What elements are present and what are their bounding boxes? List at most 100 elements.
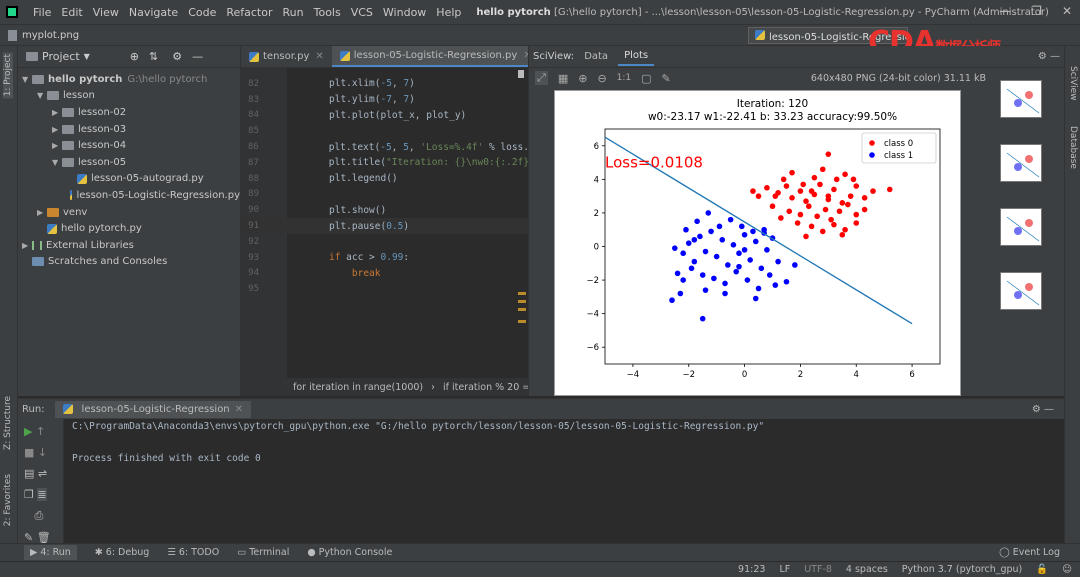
- menu-run[interactable]: Run: [278, 6, 309, 19]
- tab-python-console[interactable]: ● Python Console: [307, 547, 392, 558]
- gear-icon[interactable]: ⚙ —: [1038, 51, 1060, 62]
- menu-tools[interactable]: Tools: [309, 6, 346, 19]
- code-line[interactable]: 82 plt.xlim(-5, 7): [241, 76, 529, 92]
- editor-breadcrumb[interactable]: for iteration in range(1000) › if iteratio…: [241, 378, 529, 396]
- editor-tab[interactable]: lesson-05-Logistic-Regression.py✕: [331, 46, 540, 67]
- tab-todo[interactable]: ☰ 6: TODO: [167, 547, 219, 558]
- lock-icon[interactable]: 🔓: [1036, 564, 1048, 575]
- plot-thumbnail[interactable]: ✕: [1000, 272, 1042, 310]
- tab-debug[interactable]: ✱ 6: Debug: [95, 547, 150, 558]
- plot-thumbnail[interactable]: ✕: [1000, 80, 1042, 118]
- code-line[interactable]: 91 plt.pause(0.5): [241, 218, 529, 234]
- inspector-icon[interactable]: ☺: [1062, 564, 1072, 575]
- menu-view[interactable]: View: [88, 6, 124, 19]
- tab-plots[interactable]: Plots: [618, 47, 655, 66]
- tab-terminal[interactable]: ▭ Terminal: [237, 547, 289, 558]
- menu-file[interactable]: File: [28, 6, 56, 19]
- gear-icon[interactable]: ⚙: [172, 50, 182, 63]
- rerun-icon[interactable]: ▶ ↑: [24, 425, 63, 438]
- zoom-in-icon[interactable]: ⊕: [578, 72, 587, 85]
- menu-vcs[interactable]: VCS: [346, 6, 378, 19]
- tree-item[interactable]: hello pytorch.py: [18, 220, 240, 237]
- console-output[interactable]: C:\ProgramData\Anaconda3\envs\pytorch_gp…: [72, 421, 764, 469]
- code-line[interactable]: 86 plt.text(-5, 5, 'Loss=%.4f' % loss.: [241, 139, 529, 155]
- code-area[interactable]: 82 plt.xlim(-5, 7) 83 plt.ylim(-7, 7) 84 plt.…: [241, 76, 529, 297]
- chevron-down-icon[interactable]: ▼: [37, 91, 47, 100]
- code-line[interactable]: 83 plt.ylim(-7, 7): [241, 92, 529, 108]
- chevron-right-icon[interactable]: ▶: [22, 241, 32, 250]
- favorites-tool-tab[interactable]: 2: Favorites: [3, 474, 13, 526]
- project-view-dropdown[interactable]: Project: [42, 50, 80, 63]
- hide-icon[interactable]: —: [192, 50, 203, 63]
- tree-item[interactable]: ▼ hello pytorch G:\hello pytorch: [18, 71, 240, 88]
- zoom-out-icon[interactable]: ⊖: [597, 72, 606, 85]
- interpreter-setting[interactable]: Python 3.7 (pytorch_gpu): [902, 564, 1022, 575]
- line-separator[interactable]: LF: [779, 564, 790, 575]
- event-log-button[interactable]: ◯ Event Log: [999, 547, 1060, 558]
- tree-item[interactable]: ▼ lesson-05: [18, 154, 240, 171]
- chevron-down-icon[interactable]: ▼: [84, 52, 90, 61]
- actual-size-button[interactable]: 1:1: [617, 73, 631, 83]
- chevron-down-icon[interactable]: ▼: [52, 158, 62, 167]
- tree-item[interactable]: ▶ lesson-03: [18, 121, 240, 138]
- collapse-icon[interactable]: ⇅: [149, 50, 158, 63]
- tree-item[interactable]: ▼ lesson: [18, 88, 240, 105]
- sciview-tool-tab[interactable]: SciView: [1068, 66, 1078, 101]
- caret-position[interactable]: 91:23: [738, 564, 765, 575]
- code-line[interactable]: 93 if acc > 0.99:: [241, 250, 529, 266]
- tree-item[interactable]: ▶ lesson-02: [18, 104, 240, 121]
- gear-icon[interactable]: ⚙ —: [1032, 404, 1054, 415]
- tree-item[interactable]: lesson-05-autograd.py: [18, 171, 240, 188]
- tree-item[interactable]: ▶ venv: [18, 204, 240, 221]
- stop-icon[interactable]: ■ ↓: [24, 446, 63, 459]
- structure-tool-tab[interactable]: Z: Structure: [3, 396, 13, 450]
- background-icon[interactable]: ▢: [641, 72, 651, 85]
- indent-setting[interactable]: 4 spaces: [846, 564, 888, 575]
- plot-thumbnail[interactable]: ✕: [1000, 208, 1042, 246]
- code-line[interactable]: 95: [241, 281, 529, 297]
- code-line[interactable]: 84 plt.plot(plot_x, plot_y): [241, 108, 529, 124]
- database-tool-tab[interactable]: Database: [1068, 126, 1078, 169]
- menu-help[interactable]: Help: [431, 6, 466, 19]
- run-tab[interactable]: lesson-05-Logistic-Regression ✕: [54, 400, 252, 418]
- chevron-right-icon[interactable]: ▶: [37, 208, 47, 217]
- menu-code[interactable]: Code: [183, 6, 221, 19]
- nav-breadcrumb[interactable]: myplot.png: [22, 30, 79, 41]
- chevron-right-icon[interactable]: ▶: [52, 125, 62, 134]
- color-picker-icon[interactable]: ✎: [662, 72, 671, 85]
- close-icon[interactable]: ✕: [315, 51, 323, 62]
- plot-thumbnail[interactable]: ✕: [1000, 144, 1042, 182]
- close-window-icon[interactable]: ✕: [1062, 4, 1072, 18]
- tree-item[interactable]: Scratches and Consoles: [18, 254, 240, 271]
- code-line[interactable]: 88 plt.legend(): [241, 171, 529, 187]
- code-line[interactable]: 90 plt.show(): [241, 202, 529, 218]
- tab-run[interactable]: ▶ 4: Run: [24, 545, 77, 560]
- fit-icon[interactable]: ⤢: [535, 71, 548, 85]
- tab-data[interactable]: Data: [584, 51, 608, 62]
- code-line[interactable]: 85: [241, 123, 529, 139]
- minimize-icon[interactable]: —: [999, 4, 1011, 18]
- chevron-right-icon[interactable]: ▶: [52, 108, 62, 117]
- code-line[interactable]: 92: [241, 234, 529, 250]
- maximize-icon[interactable]: ❐: [1031, 4, 1042, 18]
- code-line[interactable]: 87 plt.title("Iteration: {}\nw0:{:.2f}: [241, 155, 529, 171]
- breadcrumb-item[interactable]: if iteration % 20 ==: [443, 382, 529, 393]
- soft-wrap-icon[interactable]: ❐ ≣: [24, 488, 63, 501]
- chevron-right-icon[interactable]: ▶: [52, 141, 62, 150]
- tree-item[interactable]: lesson-05-Logistic-Regression.py: [18, 187, 240, 204]
- menu-navigate[interactable]: Navigate: [124, 6, 183, 19]
- editor-tab[interactable]: tensor.py ✕: [241, 46, 332, 67]
- code-line[interactable]: 89: [241, 187, 529, 203]
- menu-refactor[interactable]: Refactor: [221, 6, 277, 19]
- file-encoding[interactable]: UTF-8: [804, 564, 832, 575]
- print-icon[interactable]: ⎙: [24, 509, 63, 523]
- project-tool-tab[interactable]: 1: Project: [3, 52, 13, 99]
- tree-item[interactable]: ▶ External Libraries: [18, 237, 240, 254]
- close-icon[interactable]: ✕: [235, 404, 243, 415]
- grid-icon[interactable]: ▦: [558, 72, 568, 85]
- code-line[interactable]: 94 break: [241, 266, 529, 282]
- layout-icon[interactable]: ▤ ⇌: [24, 467, 63, 480]
- menu-window[interactable]: Window: [378, 6, 431, 19]
- chevron-down-icon[interactable]: ▼: [22, 75, 32, 84]
- menu-edit[interactable]: Edit: [56, 6, 87, 19]
